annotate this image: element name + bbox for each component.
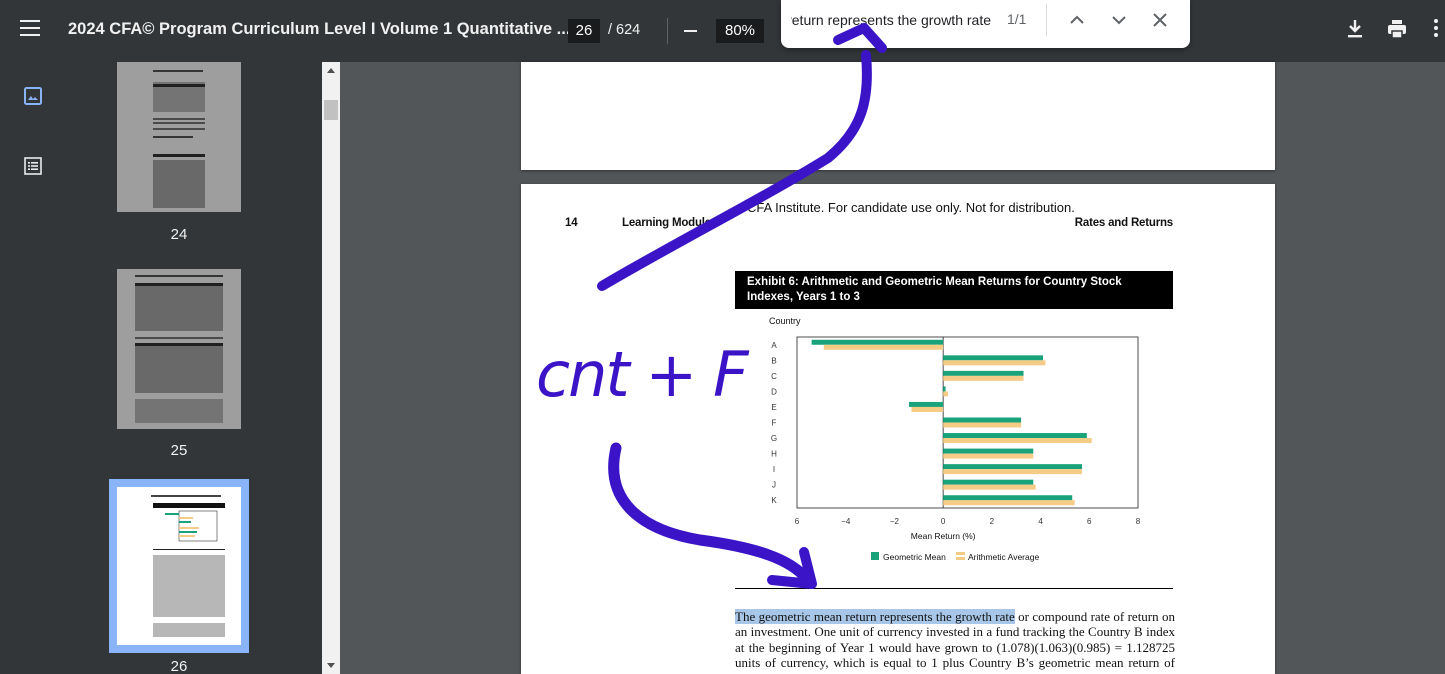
- pdf-page-25: [521, 62, 1275, 170]
- pdf-page-26: 14 Learning Module CFA Institute. For ca…: [521, 184, 1275, 674]
- page-thumbnail-25[interactable]: [117, 269, 241, 429]
- toolbar-divider: [667, 18, 668, 44]
- find-match-count: 1/1: [1007, 11, 1027, 27]
- page-number-input[interactable]: 26: [568, 19, 600, 43]
- legend-swatch-arithmetic: [956, 552, 965, 555]
- x-tick-label: 0: [941, 517, 946, 526]
- zoom-level-input[interactable]: 80%: [716, 19, 764, 43]
- x-tick-label: 6: [795, 517, 800, 526]
- thumbnail-scrollbar[interactable]: [322, 62, 340, 674]
- menu-icon[interactable]: [20, 20, 40, 38]
- close-icon[interactable]: [1148, 8, 1172, 32]
- x-tick-label: −4: [841, 517, 851, 526]
- find-bar: 1/1: [781, 0, 1190, 48]
- category-label: H: [771, 450, 777, 459]
- section-rule: [735, 588, 1173, 589]
- bar-arithmetic: [943, 360, 1046, 366]
- bar-geometric: [943, 417, 1022, 423]
- category-label: J: [772, 481, 776, 490]
- page-thumbnail-24[interactable]: [117, 62, 241, 212]
- x-tick-label: 6: [1087, 517, 1092, 526]
- category-label: K: [771, 496, 777, 505]
- bar-arithmetic: [823, 344, 944, 350]
- category-label: I: [773, 465, 775, 474]
- x-axis-label: Mean Return (%): [911, 531, 976, 541]
- x-tick-label: 2: [990, 517, 995, 526]
- bar-geometric: [943, 495, 1073, 501]
- section-heading: Rates and Returns: [1074, 217, 1173, 229]
- category-label: D: [771, 387, 777, 396]
- exhibit-title: Exhibit 6: Arithmetic and Geometric Mean…: [735, 271, 1173, 309]
- print-icon[interactable]: [1385, 16, 1409, 42]
- bar-arithmetic: [943, 375, 1024, 381]
- scroll-down-arrow-icon[interactable]: [327, 663, 335, 668]
- category-label: C: [771, 372, 777, 381]
- chevron-up-icon[interactable]: [1065, 8, 1089, 32]
- thumbnail-label-24: 24: [170, 226, 188, 243]
- legend-label: Arithmetic Average: [968, 552, 1039, 562]
- page-total: / 624: [608, 22, 641, 38]
- x-tick-label: −2: [890, 517, 900, 526]
- bar-arithmetic: [943, 438, 1092, 444]
- category-label: F: [772, 419, 777, 428]
- x-tick-label: 8: [1136, 517, 1141, 526]
- outline-view-icon[interactable]: [23, 156, 43, 176]
- bar-arithmetic: [943, 500, 1075, 506]
- x-tick-label: 4: [1038, 517, 1043, 526]
- thumbnail-preview: [153, 70, 205, 208]
- bar-arithmetic: [943, 391, 949, 397]
- y-axis-label: Country: [769, 316, 801, 326]
- legend-swatch-arithmetic: [956, 557, 965, 560]
- pdf-toolbar: 2024 CFA© Program Curriculum Level I Vol…: [0, 0, 1445, 62]
- category-label: B: [771, 356, 776, 365]
- search-highlight: The geometric mean return represents the…: [735, 609, 1015, 624]
- bar-arithmetic: [943, 422, 1022, 428]
- find-divider: [1046, 4, 1047, 36]
- bar-geometric: [943, 448, 1034, 454]
- bar-geometric: [943, 386, 946, 392]
- document-title: 2024 CFA© Program Curriculum Level I Vol…: [68, 20, 571, 38]
- scrollbar-thumb[interactable]: [324, 100, 338, 120]
- body-paragraph: The geometric mean return represents the…: [735, 609, 1175, 674]
- legend-swatch-geometric: [871, 552, 879, 560]
- bar-arithmetic: [943, 469, 1082, 475]
- scroll-up-arrow-icon[interactable]: [327, 68, 335, 73]
- bar-geometric: [909, 401, 944, 407]
- bar-chart: Country ABCDEFGHIJK 6 −4 −2 0 2 4 6 8 Mean Return …: [769, 316, 1141, 562]
- thumbnail-label-25: 25: [170, 442, 188, 459]
- distribution-notice: CFA Institute. For candidate use only. N…: [747, 200, 1075, 215]
- legend-label: Geometric Mean: [883, 552, 946, 562]
- bar-geometric: [943, 355, 1044, 361]
- bar-geometric: [943, 464, 1082, 470]
- chevron-down-icon[interactable]: [1107, 8, 1131, 32]
- more-vert-icon[interactable]: [1434, 19, 1438, 39]
- thumbnail-label-26: 26: [170, 658, 188, 674]
- bar-arithmetic: [911, 406, 944, 412]
- thumbnail-preview: [135, 275, 223, 423]
- bar-geometric: [943, 433, 1087, 439]
- zoom-out-icon[interactable]: [684, 30, 697, 32]
- bar-arithmetic: [943, 484, 1036, 490]
- bar-geometric: [811, 339, 944, 345]
- bar-arithmetic: [943, 453, 1034, 459]
- category-label: G: [771, 434, 777, 443]
- page-thumbnail-26[interactable]: [117, 487, 241, 645]
- bar-geometric: [943, 370, 1024, 376]
- thumbnail-view-icon[interactable]: [23, 86, 43, 106]
- category-label: A: [771, 341, 777, 350]
- module-heading: Learning Module: [622, 217, 712, 229]
- download-icon[interactable]: [1343, 16, 1367, 42]
- page-number: 14: [565, 217, 578, 229]
- thumbnail-preview: [151, 495, 225, 637]
- bar-geometric: [943, 479, 1034, 485]
- find-input[interactable]: [791, 10, 991, 30]
- category-label: E: [771, 403, 776, 412]
- thumbnail-panel: 24 25 26: [66, 62, 322, 674]
- sidebar-rail: [0, 62, 66, 674]
